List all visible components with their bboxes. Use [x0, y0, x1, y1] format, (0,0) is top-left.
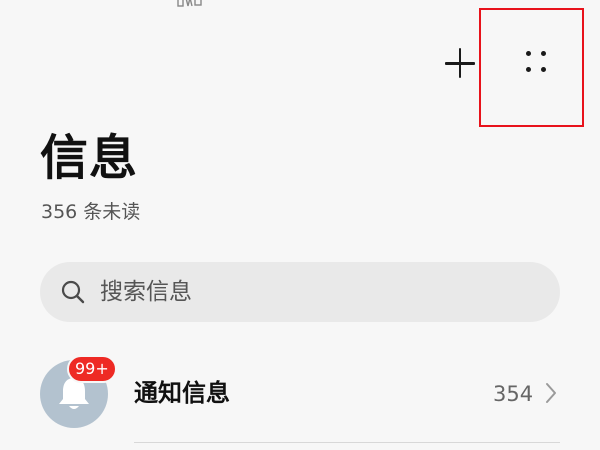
search-icon [60, 279, 86, 305]
conversation-name: 通知信息 [134, 379, 230, 407]
list-divider [134, 442, 560, 443]
conversation-item[interactable]: 99+ 通知信息 354 [0, 340, 600, 450]
chevron-right-icon [544, 382, 558, 404]
unread-summary: 356 条未读 [41, 201, 141, 223]
search-placeholder: 搜索信息 [100, 279, 192, 305]
search-bar[interactable]: 搜索信息 [40, 262, 560, 322]
status-bar-icon [176, 0, 204, 7]
conversation-count: 354 [493, 382, 534, 406]
add-button[interactable] [438, 42, 482, 86]
more-options-button[interactable] [518, 42, 562, 86]
page-title: 信息 [40, 130, 139, 186]
unread-badge: 99+ [67, 355, 117, 383]
